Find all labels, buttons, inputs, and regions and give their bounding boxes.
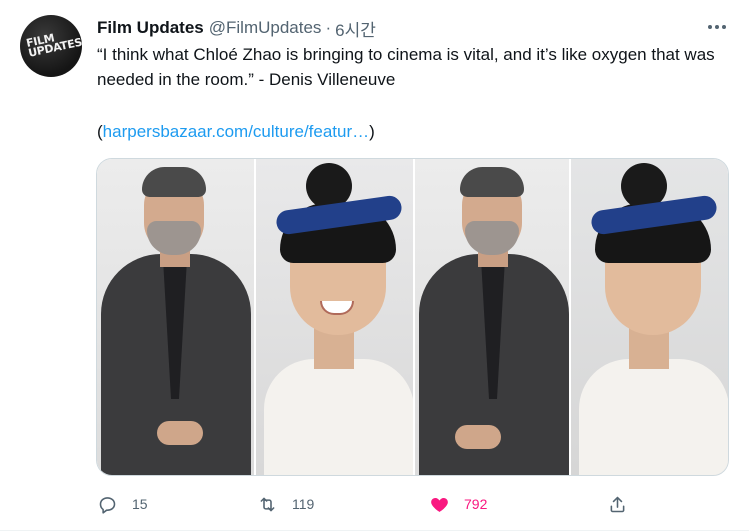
tweet-card[interactable]: FILM UPDATES Film Updates @FilmUpdates · … [0,0,749,531]
share-icon [610,496,625,512]
retweet-button[interactable]: 119 [257,489,314,519]
separator-dot: · [325,18,332,37]
more-icon[interactable] [700,14,734,40]
photo-1[interactable] [97,159,254,475]
photo-4[interactable] [571,159,728,475]
like-button[interactable]: 792 [429,489,487,519]
share-button[interactable] [607,489,628,519]
user-handle[interactable]: @FilmUpdates [209,18,322,38]
tweet-header: Film Updates @FilmUpdates · 6시간 [97,16,376,41]
avatar[interactable]: FILM UPDATES [20,15,82,77]
display-name[interactable]: Film Updates [97,18,204,38]
article-link[interactable]: harpersbazaar.com/culture/featur… [103,122,369,141]
retweet-icon [260,497,275,511]
heart-icon [431,497,448,512]
reply-icon [99,496,116,514]
tweet-actions: 15 119 792 [97,489,637,519]
link-close-paren: ) [369,122,375,141]
timestamp[interactable]: 6시간 [335,16,376,41]
photo-3[interactable] [415,159,570,475]
reply-button[interactable]: 15 [97,489,148,519]
like-count: 792 [464,496,488,512]
reply-count: 15 [132,496,148,512]
photo-2[interactable] [256,159,413,475]
avatar-logo-text: FILM UPDATES [25,31,82,60]
tweet-text: “I think what Chloé Zhao is bringing to … [97,45,715,89]
media-grid [96,158,729,476]
retweet-count: 119 [292,496,315,512]
tweet-link-line: (harpersbazaar.com/culture/featur…) [97,119,375,144]
